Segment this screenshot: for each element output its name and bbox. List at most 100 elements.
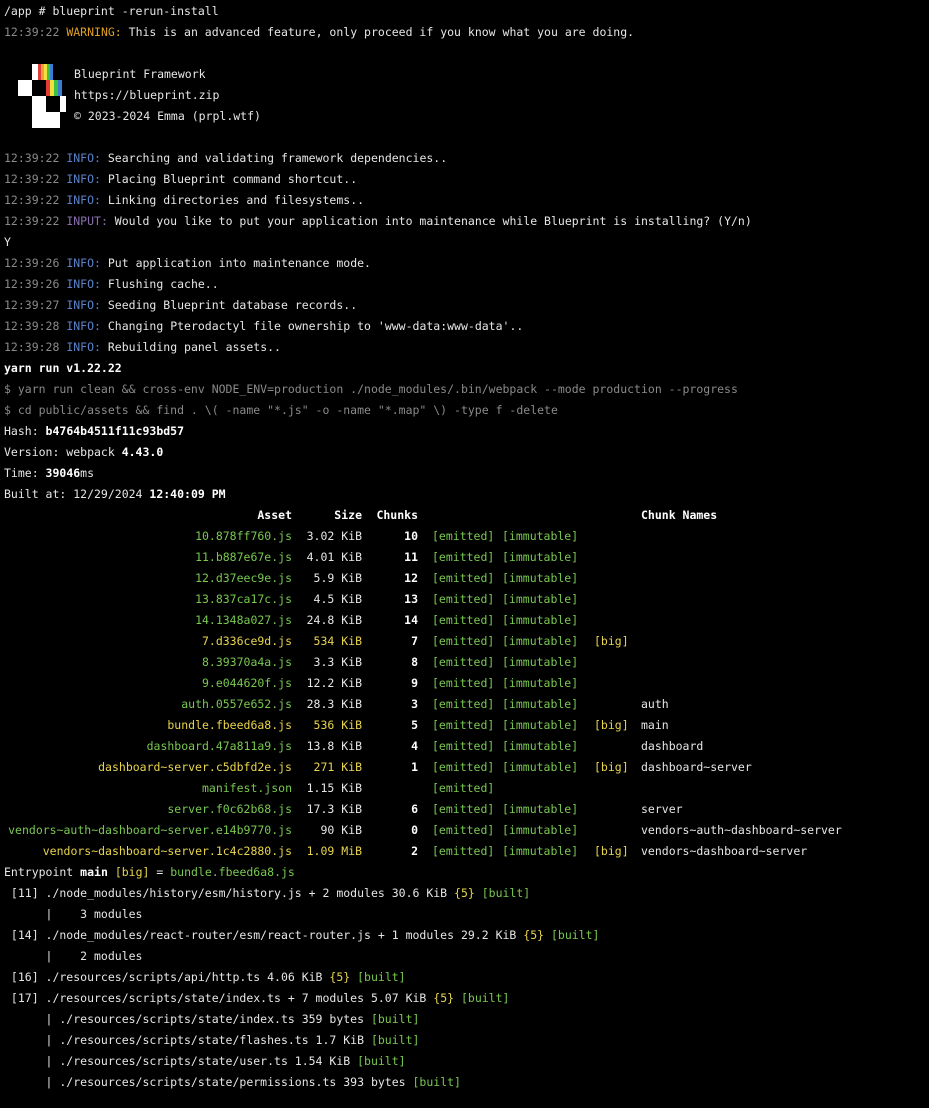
asset-name: dashboard.47a811a9.js bbox=[146, 739, 292, 753]
asset-name: vendors~auth~dashboard~server.e14b9770.j… bbox=[8, 823, 292, 837]
asset-chunk: 4 bbox=[411, 739, 418, 753]
timestamp: 12:39:22 bbox=[4, 214, 60, 228]
emitted-flag: [emitted] bbox=[432, 529, 495, 543]
module-line: [17] ./resources/scripts/state/index.ts … bbox=[4, 988, 510, 1009]
immutable-flag: [immutable] bbox=[502, 655, 579, 669]
brand-url[interactable]: https://blueprint.zip bbox=[74, 85, 219, 106]
module-line: | 2 modules bbox=[4, 946, 143, 967]
module-text: [14] ./node_modules/react-router/esm/rea… bbox=[4, 928, 524, 942]
time-line: Time: 39046ms bbox=[4, 463, 94, 484]
asset-chunk: 12 bbox=[404, 571, 418, 585]
header-asset: Asset bbox=[257, 508, 292, 522]
module-built: [built] bbox=[364, 1012, 420, 1026]
asset-chunk: 10 bbox=[404, 529, 418, 543]
immutable-flag: [immutable] bbox=[502, 802, 579, 816]
asset-name: auth.0557e652.js bbox=[181, 697, 292, 711]
warning-tag: WARNING: bbox=[66, 25, 122, 39]
log-text: Flushing cache.. bbox=[100, 277, 219, 291]
asset-name: 9.e044620f.js bbox=[201, 676, 292, 690]
log-tag: INFO: bbox=[66, 172, 101, 186]
entrypoint-line: Entrypoint main [big] = bundle.fbeed6a8.… bbox=[4, 862, 295, 883]
emitted-flag: [emitted] bbox=[432, 655, 495, 669]
immutable-flag: [immutable] bbox=[502, 550, 579, 564]
timestamp: 12:39:22 bbox=[4, 151, 60, 165]
log-tag: INPUT: bbox=[66, 214, 108, 228]
module-built: [built] bbox=[350, 1054, 406, 1068]
asset-size: 13.8 KiB bbox=[306, 739, 362, 753]
module-built: [built] bbox=[474, 886, 531, 900]
chunk-name: server bbox=[641, 802, 683, 816]
immutable-flag: [immutable] bbox=[502, 571, 579, 585]
entrypoint-file: bundle.fbeed6a8.js bbox=[170, 865, 295, 879]
entrypoint-label: Entrypoint bbox=[4, 865, 81, 879]
hash-line: Hash: b4764b4511f11c93bd57 bbox=[4, 421, 184, 442]
module-built: [built] bbox=[405, 1075, 461, 1089]
asset-size: 5.9 KiB bbox=[313, 571, 362, 585]
immutable-flag: [immutable] bbox=[502, 634, 579, 648]
time-value: 39046 bbox=[45, 466, 81, 480]
timestamp: 12:39:28 bbox=[4, 319, 60, 333]
module-line: [16] ./resources/scripts/api/http.ts 4.0… bbox=[4, 967, 406, 988]
module-text: | ./resources/scripts/state/flashes.ts 1… bbox=[4, 1033, 365, 1047]
asset-name: bundle.fbeed6a8.js bbox=[167, 718, 292, 732]
asset-chunk: 9 bbox=[411, 676, 418, 690]
module-chunk: {5} bbox=[454, 886, 475, 900]
emitted-flag: [emitted] bbox=[432, 802, 495, 816]
asset-chunk: 11 bbox=[404, 550, 418, 564]
asset-name: 10.878ff760.js bbox=[195, 529, 292, 543]
timestamp: 12:39:22 bbox=[4, 25, 60, 39]
asset-size: 3.02 KiB bbox=[306, 529, 362, 543]
asset-chunk: 13 bbox=[404, 592, 418, 606]
module-text: [16] ./resources/scripts/api/http.ts 4.0… bbox=[4, 970, 330, 984]
module-chunk: {5} bbox=[433, 991, 455, 1005]
asset-name: 7.d336ce9d.js bbox=[201, 634, 292, 648]
module-built: [built] bbox=[544, 928, 600, 942]
log-text: Placing Blueprint command shortcut.. bbox=[100, 172, 358, 186]
log-text: Rebuilding panel assets.. bbox=[100, 340, 281, 354]
immutable-flag: [immutable] bbox=[502, 613, 579, 627]
version-value: 4.43.0 bbox=[121, 445, 164, 459]
emitted-flag: [emitted] bbox=[432, 844, 495, 858]
emitted-flag: [emitted] bbox=[432, 550, 495, 564]
module-line: | ./resources/scripts/state/permissions.… bbox=[4, 1072, 461, 1093]
version-line: Version: webpack 4.43.0 bbox=[4, 442, 163, 463]
module-line: | ./resources/scripts/state/flashes.ts 1… bbox=[4, 1030, 420, 1051]
blueprint-logo-icon bbox=[18, 64, 66, 128]
asset-chunk: 7 bbox=[411, 634, 418, 648]
emitted-flag: [emitted] bbox=[432, 760, 495, 774]
log-line: 12:39:22 INFO: Searching and validating … bbox=[4, 148, 447, 169]
emitted-flag: [emitted] bbox=[432, 718, 495, 732]
big-flag: [big] bbox=[594, 718, 629, 732]
brand-name: Blueprint Framework bbox=[74, 67, 206, 81]
chunk-name: auth bbox=[641, 697, 669, 711]
module-line: | 3 modules bbox=[4, 904, 143, 925]
emitted-flag: [emitted] bbox=[432, 781, 495, 795]
command-prompt: /app # blueprint -rerun-install bbox=[4, 4, 219, 18]
module-text: | 3 modules bbox=[4, 907, 143, 921]
log-line: 12:39:26 INFO: Put application into main… bbox=[4, 253, 371, 274]
module-line: | ./resources/scripts/state/user.ts 1.54… bbox=[4, 1051, 406, 1072]
module-text: | ./resources/scripts/state/user.ts 1.54… bbox=[4, 1054, 351, 1068]
asset-size: 271 KiB bbox=[313, 760, 362, 774]
log-text: Put application into maintenance mode. bbox=[100, 256, 371, 270]
header-chunk-names: Chunk Names bbox=[641, 508, 718, 522]
time-unit: ms bbox=[80, 466, 95, 480]
log-line: 12:39:27 INFO: Seeding Blueprint databas… bbox=[4, 295, 357, 316]
immutable-flag: [immutable] bbox=[502, 718, 579, 732]
asset-size: 17.3 KiB bbox=[306, 802, 362, 816]
asset-size: 4.5 KiB bbox=[313, 592, 362, 606]
command-webpack: $ yarn run clean && cross-env NODE_ENV=p… bbox=[4, 382, 738, 396]
log-tag: INFO: bbox=[66, 340, 101, 354]
module-chunk: {5} bbox=[523, 928, 545, 942]
log-line: 12:39:22 INFO: Linking directories and f… bbox=[4, 190, 364, 211]
immutable-flag: [immutable] bbox=[502, 760, 579, 774]
asset-chunk: 8 bbox=[411, 655, 418, 669]
chunk-name: vendors~auth~dashboard~server bbox=[641, 823, 842, 837]
terminal-window[interactable]: /app # blueprint -rerun-install 12:39:22… bbox=[0, 0, 929, 1108]
hash-value: b4764b4511f11c93bd57 bbox=[45, 424, 185, 438]
module-built: [built] bbox=[350, 970, 406, 984]
module-line: [14] ./node_modules/react-router/esm/rea… bbox=[4, 925, 600, 946]
module-built: [built] bbox=[364, 1033, 420, 1047]
header-chunks: Chunks bbox=[376, 508, 418, 522]
immutable-flag: [immutable] bbox=[502, 739, 579, 753]
